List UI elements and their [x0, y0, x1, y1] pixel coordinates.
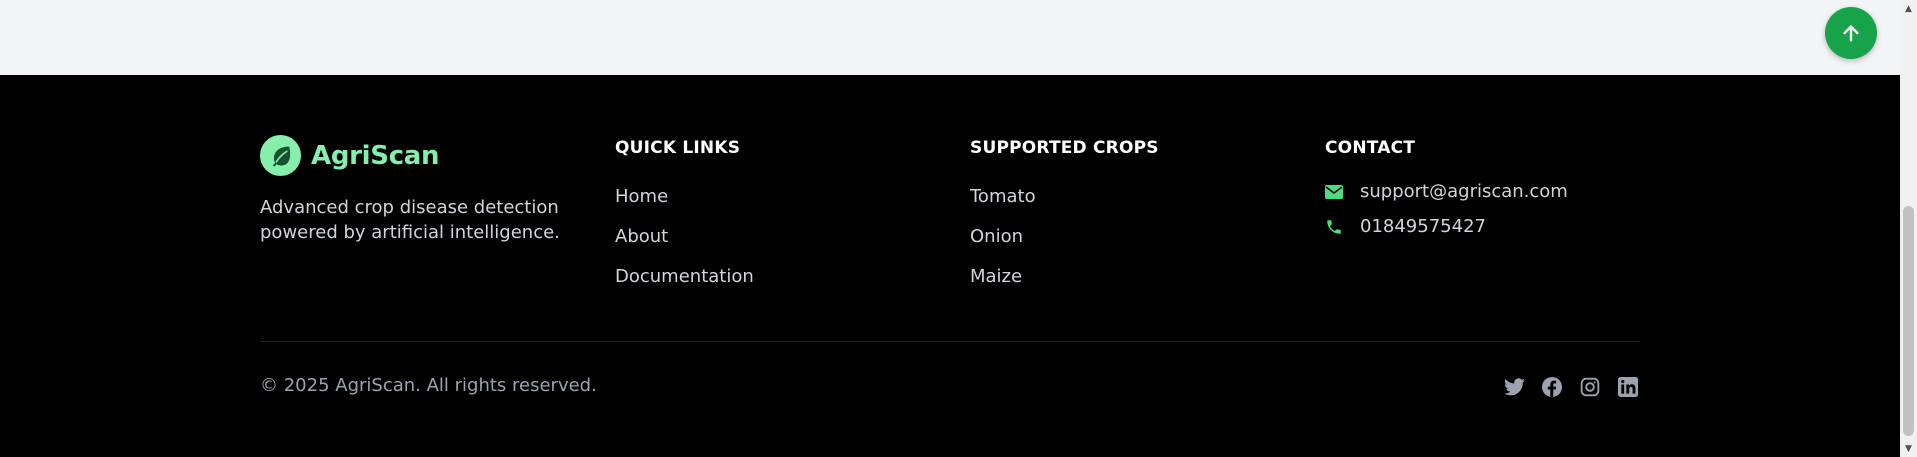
crop-item[interactable]: Maize	[970, 265, 1036, 305]
scrollbar-thumb[interactable]	[1903, 206, 1914, 436]
page-content-bottom	[0, 0, 1900, 75]
site-footer: AgriScan Advanced crop disease detection…	[0, 75, 1900, 457]
facebook-icon[interactable]	[1541, 376, 1563, 398]
crop-onion[interactable]: Onion	[970, 226, 1023, 247]
quick-link-home[interactable]: Home	[615, 186, 668, 207]
leaf-icon	[272, 146, 290, 167]
supported-crops-heading: SUPPORTED CROPS	[970, 138, 1159, 158]
scroll-up-arrow-icon[interactable]: ▲	[1900, 0, 1917, 17]
footer-brand[interactable]: AgriScan	[260, 135, 440, 176]
twitter-icon[interactable]	[1503, 376, 1525, 398]
supported-crops-list: Tomato Onion Maize	[970, 185, 1036, 305]
social-links	[1503, 376, 1655, 398]
contact-heading: CONTACT	[1325, 138, 1416, 158]
contact-phone[interactable]: 01849575427	[1325, 216, 1486, 237]
contact-phone-text[interactable]: 01849575427	[1360, 216, 1486, 237]
crop-tomato[interactable]: Tomato	[970, 186, 1036, 207]
contact-email-text[interactable]: support@agriscan.com	[1360, 181, 1568, 202]
copyright-text: © 2025 AgriScan. All rights reserved.	[260, 375, 597, 396]
brand-name: AgriScan	[311, 140, 440, 171]
page-scrollbar[interactable]: ▲ ▼	[1900, 0, 1917, 457]
quick-link-item[interactable]: About	[615, 225, 754, 265]
quick-link-item[interactable]: Home	[615, 185, 754, 225]
quick-link-documentation[interactable]: Documentation	[615, 266, 754, 287]
scroll-down-arrow-icon[interactable]: ▼	[1900, 440, 1917, 457]
footer-divider	[260, 341, 1640, 342]
brand-description: Advanced crop disease detection powered …	[260, 197, 560, 243]
instagram-icon[interactable]	[1579, 376, 1601, 398]
contact-email[interactable]: support@agriscan.com	[1325, 181, 1568, 202]
crop-item[interactable]: Tomato	[970, 185, 1036, 225]
quick-link-about[interactable]: About	[615, 226, 668, 247]
crop-item[interactable]: Onion	[970, 225, 1036, 265]
phone-icon	[1325, 218, 1343, 236]
linkedin-icon[interactable]	[1617, 376, 1639, 398]
arrow-up-icon	[1843, 25, 1859, 42]
envelope-icon	[1325, 183, 1343, 201]
quick-link-item[interactable]: Documentation	[615, 265, 754, 305]
quick-links-heading: QUICK LINKS	[615, 138, 741, 158]
scroll-to-top-button[interactable]	[1825, 7, 1877, 59]
crop-maize[interactable]: Maize	[970, 266, 1022, 287]
brand-logo	[260, 135, 301, 176]
quick-links-list: Home About Documentation	[615, 185, 754, 305]
